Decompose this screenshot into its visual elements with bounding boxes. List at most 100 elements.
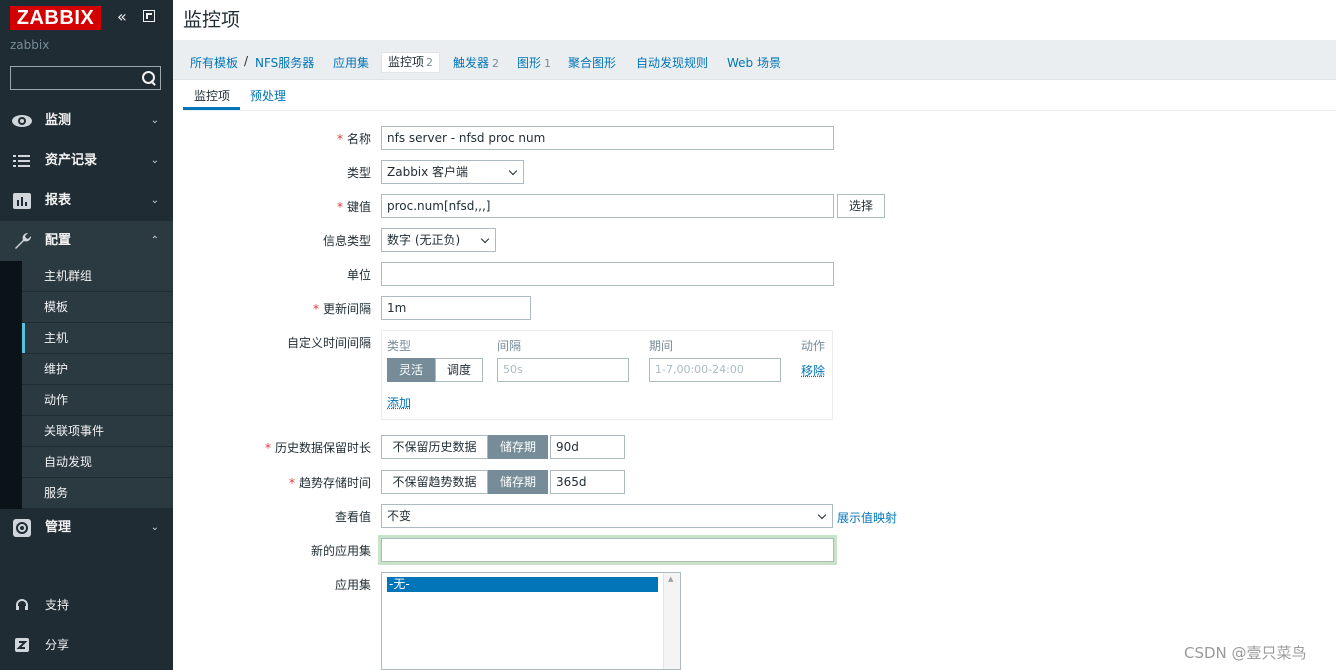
menu-item-reports[interactable]: 报表 ⌄ bbox=[0, 181, 173, 221]
col-interval-header: 间隔 bbox=[497, 339, 522, 353]
form-labels: * 名称 类型 * 键值 信息类型 单位 * 更新间隔 自定义时间间隔 * 历史数据保留… bbox=[173, 0, 371, 670]
update-interval-label: * 更新间隔 bbox=[312, 302, 371, 316]
menu-label: 报表 bbox=[45, 193, 72, 208]
nav-triggers[interactable]: 触发器 2 bbox=[453, 54, 499, 71]
info-type-select[interactable]: 数字 (无正负) bbox=[381, 228, 496, 252]
scheduling-toggle[interactable]: 调度 bbox=[435, 358, 483, 382]
submenu-item-event-correlation[interactable]: 关联项事件 bbox=[22, 416, 173, 447]
update-interval-input[interactable]: 1m bbox=[381, 296, 531, 320]
watermark: CSDN @壹只菜鸟 bbox=[1184, 644, 1307, 662]
submenu-item-templates[interactable]: 模板 bbox=[22, 292, 173, 323]
type-label: 类型 bbox=[346, 166, 371, 180]
type-select[interactable]: Zabbix 客户端 bbox=[381, 160, 524, 184]
interval-period-input[interactable]: 1-7,00:00-24:00 bbox=[649, 358, 781, 382]
new-application-input[interactable] bbox=[381, 538, 834, 562]
application-option-none[interactable]: -无- bbox=[387, 577, 658, 592]
units-input[interactable] bbox=[381, 262, 834, 286]
headset-icon bbox=[14, 590, 30, 624]
wrench-icon bbox=[11, 231, 33, 251]
nav-graphs[interactable]: 图形 1 bbox=[517, 54, 551, 71]
nav-web-scenarios[interactable]: Web 场景 bbox=[727, 54, 781, 71]
name-label: * 名称 bbox=[336, 132, 371, 146]
submenu-item-host-groups[interactable]: 主机群组 bbox=[22, 261, 173, 292]
menu-label: 资产记录 bbox=[45, 153, 98, 168]
show-value-select[interactable]: 不变 bbox=[381, 504, 833, 528]
submenu-item-discovery[interactable]: 自动发现 bbox=[22, 447, 173, 478]
show-value-label: 查看值 bbox=[334, 510, 371, 524]
chevron-up-icon: ⌃ bbox=[150, 235, 159, 246]
chevron-down-icon: ⌄ bbox=[150, 155, 159, 166]
nav-items-count: 2 bbox=[426, 56, 434, 69]
name-input[interactable]: nfs server - nfsd proc num bbox=[381, 126, 834, 150]
flexible-toggle[interactable]: 灵活 bbox=[387, 358, 435, 382]
chevron-down-icon: ⌄ bbox=[150, 522, 159, 533]
history-storage-toggle[interactable]: 储存期 bbox=[488, 435, 548, 459]
zabbix-logo[interactable]: ZABBIX bbox=[10, 6, 101, 30]
share-label: 分享 bbox=[45, 638, 70, 652]
col-type-header: 类型 bbox=[387, 339, 412, 353]
menu-label: 监测 bbox=[45, 113, 72, 128]
nav-items[interactable]: 监控项 2 bbox=[381, 52, 441, 73]
menu-item-monitoring[interactable]: 监测 ⌄ bbox=[0, 101, 173, 141]
nav-triggers-label: 触发器 bbox=[453, 56, 490, 70]
key-label: * 键值 bbox=[336, 200, 371, 214]
gear-icon bbox=[11, 518, 33, 538]
chevron-down-icon: ⌄ bbox=[150, 195, 159, 206]
history-label: * 历史数据保留时长 bbox=[264, 441, 371, 455]
configuration-submenu: 主机群组 模板 主机 维护 动作 关联项事件 自动发现 服务 bbox=[22, 261, 173, 509]
kiosk-mode-icon[interactable] bbox=[143, 10, 155, 22]
eye-icon bbox=[11, 111, 33, 131]
applications-label: 应用集 bbox=[334, 578, 371, 592]
menu-item-inventory[interactable]: 资产记录 ⌄ bbox=[0, 141, 173, 181]
trends-storage-toggle[interactable]: 储存期 bbox=[488, 470, 548, 494]
applications-listbox[interactable]: -无- bbox=[381, 572, 681, 670]
submenu-item-services[interactable]: 服务 bbox=[22, 478, 173, 509]
search-icon[interactable] bbox=[141, 70, 157, 86]
new-application-label: 新的应用集 bbox=[310, 544, 371, 558]
sidebar: ZABBIX « zabbix 监测 ⌄ 资产记录 ⌄ 报表 ⌄ 配置 ⌃ 主机… bbox=[0, 0, 173, 670]
list-icon bbox=[11, 151, 33, 171]
nav-discovery-rules[interactable]: 自动发现规则 bbox=[636, 54, 708, 71]
nav-triggers-count: 2 bbox=[492, 57, 500, 70]
nav-screens[interactable]: 聚合图形 bbox=[568, 54, 616, 71]
nav-graphs-count: 1 bbox=[544, 57, 552, 70]
menu-label: 管理 bbox=[45, 520, 72, 535]
share-link[interactable]: 分享 bbox=[0, 630, 173, 660]
info-type-label: 信息类型 bbox=[322, 234, 371, 248]
submenu-item-maintenance[interactable]: 维护 bbox=[22, 354, 173, 385]
nav-graphs-label: 图形 bbox=[517, 56, 542, 70]
custom-intervals-label: 自定义时间间隔 bbox=[286, 336, 371, 350]
share-icon bbox=[14, 630, 30, 664]
menu-item-administration[interactable]: 管理 ⌄ bbox=[0, 508, 173, 548]
key-input[interactable]: proc.num[nfsd,,,] bbox=[381, 194, 834, 218]
key-select-button[interactable]: 选择 bbox=[837, 194, 885, 218]
interval-delay-input[interactable]: 50s bbox=[497, 358, 629, 382]
nav-items-label: 监控项 bbox=[388, 55, 425, 69]
col-period-header: 期间 bbox=[649, 339, 674, 353]
support-link[interactable]: 支持 bbox=[0, 590, 173, 620]
units-label: 单位 bbox=[346, 268, 371, 282]
submenu-item-actions[interactable]: 动作 bbox=[22, 385, 173, 416]
col-action-header: 动作 bbox=[801, 339, 826, 353]
listbox-scrollbar[interactable] bbox=[663, 573, 680, 669]
bar-chart-icon bbox=[11, 191, 33, 211]
server-name: zabbix bbox=[10, 38, 50, 52]
custom-intervals-table: 类型 间隔 期间 动作 灵活 调度 50s 1-7,00:00-24:00 移除… bbox=[381, 330, 833, 420]
main-content: 监控项 所有模板 / NFS服务器 应用集 监控项 2 触发器 2 图形 1 聚合图形… bbox=[173, 0, 1336, 670]
chevron-down-icon: ⌄ bbox=[150, 115, 159, 126]
history-no-keep-toggle[interactable]: 不保留历史数据 bbox=[381, 435, 488, 459]
remove-interval-link[interactable]: 移除 bbox=[801, 362, 825, 379]
history-period-input[interactable]: 90d bbox=[550, 435, 625, 459]
submenu-item-hosts[interactable]: 主机 bbox=[22, 323, 173, 354]
trends-no-keep-toggle[interactable]: 不保留趋势数据 bbox=[381, 470, 488, 494]
show-value-mappings-link[interactable]: 展示值映射 bbox=[837, 509, 897, 526]
double-chevron-left-icon[interactable]: « bbox=[117, 8, 133, 26]
search-input[interactable] bbox=[11, 67, 136, 89]
menu-label: 配置 bbox=[45, 233, 72, 248]
submenu-indent bbox=[0, 261, 22, 509]
menu-item-configuration[interactable]: 配置 ⌃ bbox=[0, 221, 173, 261]
trends-label: * 趋势存储时间 bbox=[288, 476, 371, 490]
trends-period-input[interactable]: 365d bbox=[550, 470, 625, 494]
support-label: 支持 bbox=[45, 598, 70, 612]
add-interval-link[interactable]: 添加 bbox=[387, 394, 411, 411]
